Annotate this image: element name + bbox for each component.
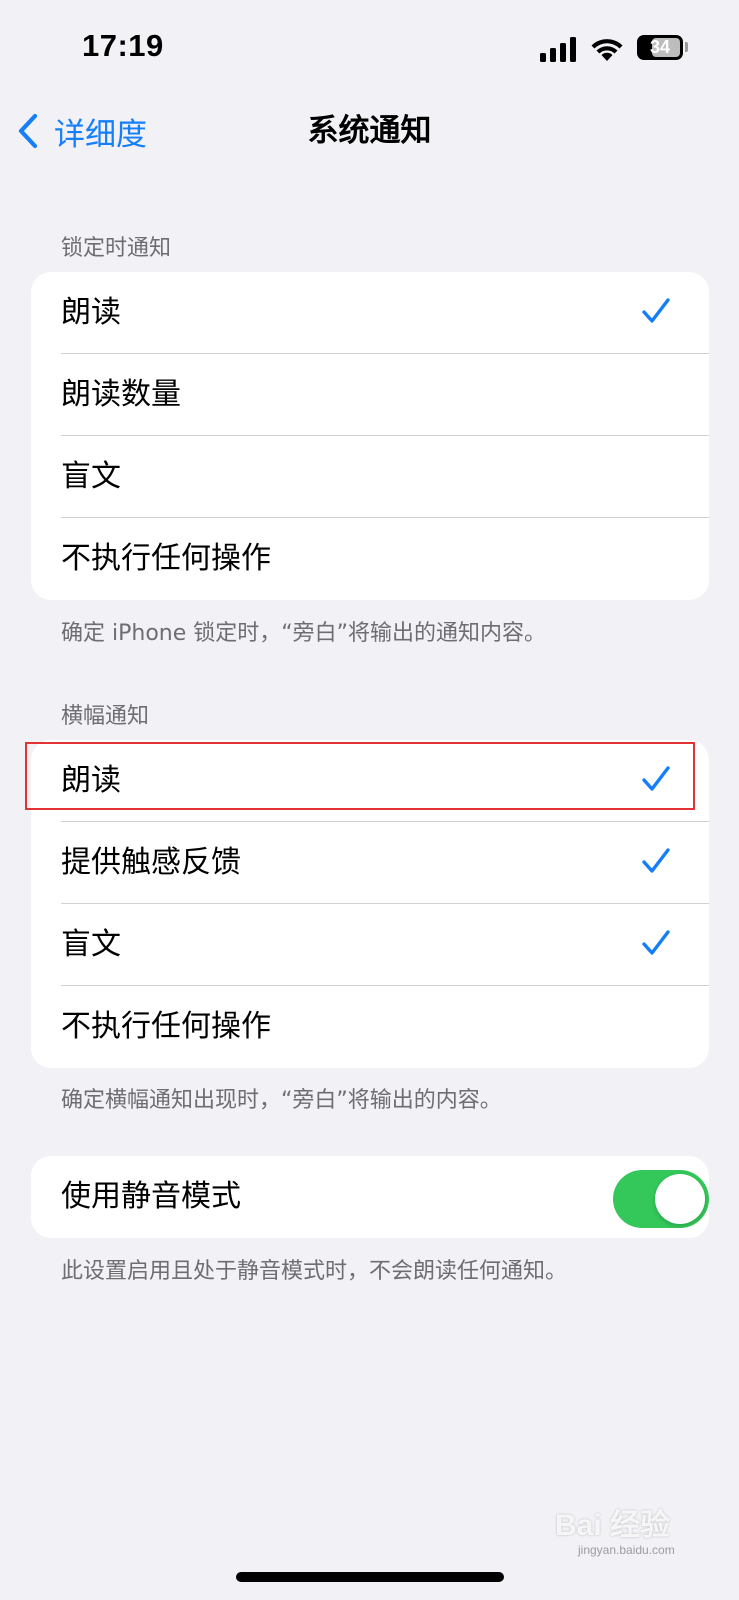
wifi-icon bbox=[591, 39, 623, 61]
banner-option-braille[interactable]: 盲文 bbox=[31, 904, 709, 986]
banner-option-haptics[interactable]: 提供触感反馈 bbox=[31, 822, 709, 904]
silent-mode-label: 使用静音模式 bbox=[61, 1179, 241, 1214]
checkmark-icon bbox=[642, 766, 670, 791]
silent-section-footer: 此设置启用且处于静音模式时，不会朗读任何通知。 bbox=[61, 1259, 568, 1284]
silent-mode-toggle[interactable] bbox=[613, 1170, 709, 1228]
back-label: 详细度 bbox=[54, 116, 147, 153]
back-button[interactable]: 详细度 bbox=[16, 100, 147, 162]
cellular-signal-icon bbox=[540, 36, 578, 62]
banner-option-do-nothing[interactable]: 不执行任何操作 bbox=[31, 986, 709, 1068]
checkmark-icon bbox=[642, 298, 670, 323]
lock-option-do-nothing[interactable]: 不执行任何操作 bbox=[31, 518, 709, 600]
toggle-knob bbox=[655, 1174, 705, 1224]
status-time: 17:19 bbox=[82, 28, 164, 63]
banner-section-header: 横幅通知 bbox=[61, 704, 150, 729]
battery-nub bbox=[685, 42, 688, 52]
watermark-logo: Bai 经验 bbox=[555, 1509, 671, 1542]
option-label: 朗读 bbox=[61, 763, 121, 798]
lock-options-group: 朗读 朗读数量 盲文 不执行任何操作 bbox=[31, 272, 709, 600]
chevron-left-icon bbox=[18, 113, 38, 149]
checkmark-icon bbox=[642, 848, 670, 873]
lock-section-footer: 确定 iPhone 锁定时，“旁白”将输出的通知内容。 bbox=[61, 621, 547, 646]
battery-icon: 34 bbox=[637, 35, 683, 60]
banner-section-footer: 确定横幅通知出现时，“旁白”将输出的内容。 bbox=[61, 1088, 502, 1113]
option-label: 盲文 bbox=[61, 459, 121, 494]
option-label: 盲文 bbox=[61, 927, 121, 962]
status-bar: 17:19 34 bbox=[0, 0, 739, 100]
banner-options-group: 朗读 提供触感反馈 盲文 不执行任何操作 bbox=[31, 740, 709, 1068]
silent-mode-row: 使用静音模式 bbox=[31, 1156, 709, 1238]
option-label: 朗读数量 bbox=[61, 377, 181, 412]
option-label: 不执行任何操作 bbox=[61, 1009, 271, 1044]
lock-section-header: 锁定时通知 bbox=[61, 236, 172, 261]
option-label: 不执行任何操作 bbox=[61, 541, 271, 576]
banner-option-speak[interactable]: 朗读 bbox=[31, 740, 709, 822]
lock-option-speak[interactable]: 朗读 bbox=[31, 272, 709, 354]
option-label: 提供触感反馈 bbox=[61, 845, 241, 880]
lock-option-braille[interactable]: 盲文 bbox=[31, 436, 709, 518]
checkmark-icon bbox=[642, 930, 670, 955]
option-label: 朗读 bbox=[61, 295, 121, 330]
silent-mode-group: 使用静音模式 bbox=[31, 1156, 709, 1238]
battery-percent: 34 bbox=[649, 37, 671, 57]
watermark-url: jingyan.baidu.com bbox=[578, 1543, 675, 1557]
home-indicator[interactable] bbox=[236, 1572, 504, 1582]
navigation-bar: 系统通知 详细度 bbox=[0, 100, 739, 162]
lock-option-speak-count[interactable]: 朗读数量 bbox=[31, 354, 709, 436]
